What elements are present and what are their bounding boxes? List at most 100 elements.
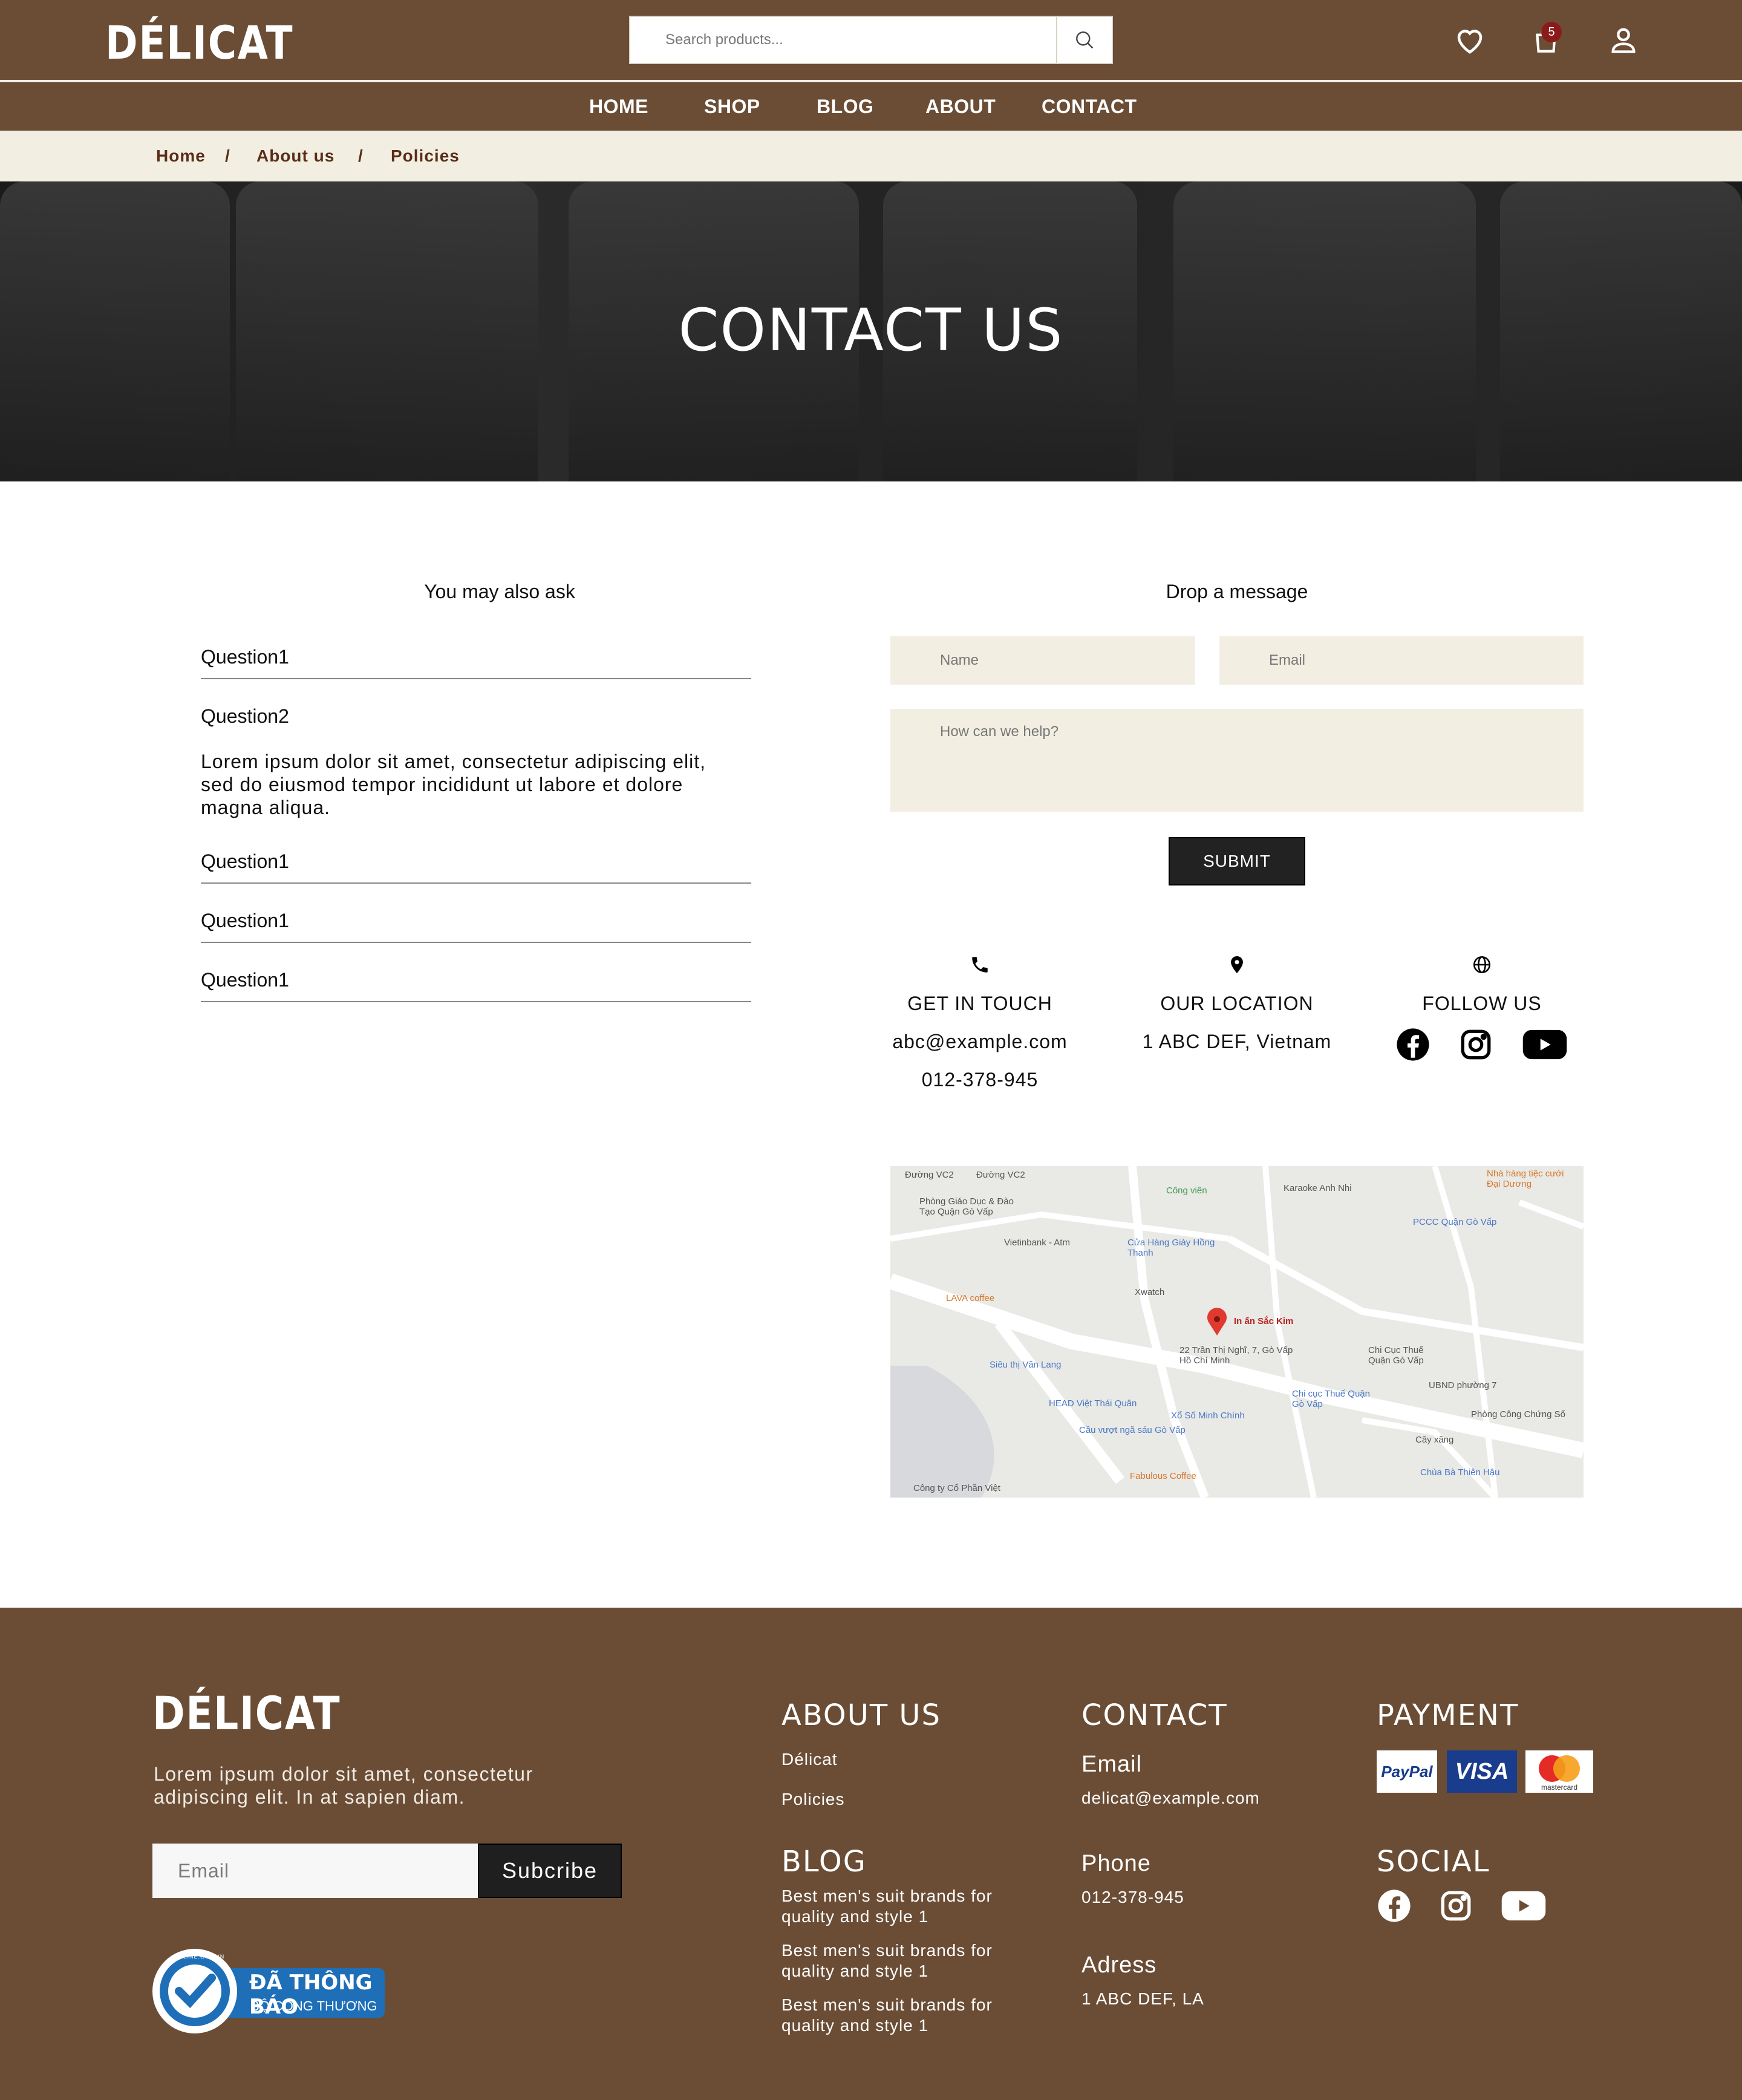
map-label: Cây xăng	[1415, 1435, 1454, 1445]
paypal-icon: PayPal	[1377, 1750, 1437, 1793]
heart-icon	[1457, 30, 1483, 54]
youtube-icon[interactable]	[1521, 1027, 1568, 1062]
breadcrumb-home[interactable]: Home	[156, 146, 206, 166]
search-button[interactable]	[1056, 17, 1112, 63]
main-nav: HOME SHOP BLOG ABOUT CONTACT	[0, 82, 1742, 131]
contact-email[interactable]: abc@example.com	[883, 1031, 1077, 1053]
nav-blog[interactable]: BLOG	[817, 82, 873, 131]
email-field[interactable]	[1219, 636, 1584, 685]
faq-question[interactable]: Question1	[201, 850, 751, 884]
map-label: PCCC Quận Gò Vấp	[1413, 1217, 1497, 1227]
map-label: Đường VC2	[905, 1170, 954, 1180]
footer-address-value: 1 ABC DEF, LA	[1081, 1989, 1204, 2008]
breadcrumb-policies[interactable]: Policies	[391, 146, 460, 166]
subscribe-button[interactable]: Subcribe	[478, 1844, 622, 1898]
map-label: Siêu thị Văn Lang	[990, 1360, 1062, 1370]
get-in-touch-column: GET IN TOUCH abc@example.com 012-378-945	[883, 954, 1077, 1091]
map-label: Chi Cục Thuế Quận Gò Vấp	[1368, 1345, 1424, 1366]
nav-contact[interactable]: CONTACT	[1042, 82, 1137, 131]
footer-about-title: ABOUT US	[781, 1698, 942, 1732]
registered-badge[interactable]: ĐÃ THÔNG BÁO BỘ CÔNG THƯƠNG ONLINE.GOV.V…	[152, 1949, 388, 2033]
hero-banner: CONTACT US	[0, 181, 1742, 481]
footer-logo[interactable]: DÉLICAT	[152, 1686, 341, 1740]
footer-blog-link[interactable]: Best men's suit brands for quality and s…	[781, 1995, 1011, 2036]
youtube-icon[interactable]	[1500, 1888, 1547, 1923]
map-label: Phòng Giáo Dục & Đào Tạo Quận Gò Vấp	[919, 1196, 1014, 1217]
map-label: Công viên	[1166, 1185, 1207, 1196]
footer-blog-link[interactable]: Best men's suit brands for quality and s…	[781, 1940, 1011, 1981]
location-address: 1 ABC DEF, Vietnam	[1142, 1031, 1332, 1052]
submit-button[interactable]: SUBMIT	[1169, 837, 1305, 885]
faq-answer: Lorem ipsum dolor sit amet, consectetur …	[201, 751, 706, 818]
map-label: Chùa Bà Thiên Hậu	[1420, 1467, 1500, 1478]
map-label: Cầu vượt ngã sáu Gò Vấp	[1079, 1425, 1186, 1435]
map-label: Xwatch	[1135, 1287, 1165, 1297]
get-in-touch-title: GET IN TOUCH	[907, 993, 1052, 1014]
instagram-icon[interactable]	[1438, 1888, 1473, 1923]
contact-phone[interactable]: 012-378-945	[883, 1069, 1077, 1091]
site-logo[interactable]: DÉLICAT	[105, 16, 293, 70]
map-label: Vietinbank - Atm	[1004, 1238, 1070, 1248]
instagram-icon[interactable]	[1458, 1027, 1493, 1062]
footer-link-delicat[interactable]: Délicat	[781, 1749, 838, 1770]
badge-seal-text: ONLINE.GOV.VN	[174, 1954, 225, 1960]
map-label: Xổ Số Minh Chính	[1171, 1410, 1245, 1421]
faq-question[interactable]: Question1	[201, 969, 751, 1002]
message-field[interactable]	[890, 709, 1584, 812]
footer-email-value[interactable]: delicat@example.com	[1081, 1788, 1260, 1808]
follow-us-column: FOLLOW US	[1391, 954, 1573, 1062]
faq-question-open[interactable]: Question2	[201, 705, 751, 728]
footer-description: Lorem ipsum dolor sit amet, consectetur …	[154, 1763, 533, 1808]
location-map[interactable]: Đường VC2 Đường VC2 Phòng Giáo Dục & Đào…	[890, 1166, 1584, 1498]
footer-phone-value[interactable]: 012-378-945	[1081, 1887, 1184, 1908]
footer-payment-title: PAYMENT	[1377, 1698, 1519, 1732]
facebook-icon[interactable]	[1377, 1888, 1412, 1923]
map-label: Chi cục Thuế Quận Gò Vấp	[1292, 1389, 1370, 1409]
visa-label: VISA	[1455, 1758, 1509, 1784]
footer-contact-title: CONTACT	[1081, 1698, 1228, 1732]
name-field[interactable]	[890, 636, 1195, 685]
nav-shop[interactable]: SHOP	[704, 82, 760, 131]
map-label: Công ty Cổ Phần Việt	[913, 1483, 1000, 1493]
wishlist-button[interactable]	[1452, 22, 1488, 58]
nav-home[interactable]: HOME	[589, 82, 648, 131]
user-icon	[1611, 28, 1636, 53]
top-header: DÉLICAT 5	[0, 0, 1742, 80]
faq-question[interactable]: Question1	[201, 646, 751, 679]
map-label: 22 Trần Thị Nghĩ, 7, Gò Vấp Hồ Chí Minh	[1179, 1345, 1293, 1366]
map-label: Phòng Công Chứng Số	[1471, 1409, 1565, 1420]
footer-blog-title: BLOG	[781, 1845, 867, 1879]
footer-social-icons	[1377, 1888, 1547, 1923]
search-icon	[1076, 31, 1094, 49]
newsletter-email-input[interactable]	[152, 1844, 478, 1898]
map-label: LAVA coffee	[946, 1293, 995, 1303]
map-label: Fabulous Coffee	[1130, 1471, 1196, 1481]
mastercard-icon: mastercard	[1525, 1750, 1593, 1793]
nav-about[interactable]: ABOUT	[925, 82, 996, 131]
footer-email-label: Email	[1081, 1752, 1143, 1777]
map-label: Karaoke Anh Nhi	[1284, 1183, 1352, 1193]
breadcrumb-about[interactable]: About us	[256, 146, 334, 166]
our-location-column: OUR LOCATION 1 ABC DEF, Vietnam	[1119, 954, 1355, 1053]
account-button[interactable]	[1605, 22, 1642, 58]
footer-address-label: Adress	[1081, 1952, 1157, 1978]
search-input[interactable]	[630, 17, 1056, 63]
globe-icon	[1473, 956, 1491, 974]
map-label: HEAD Việt Thái Quân	[1049, 1398, 1137, 1409]
map-label: In ấn Sắc Kim	[1234, 1316, 1294, 1326]
map-label: UBND phường 7	[1429, 1380, 1497, 1391]
map-label: Cửa Hàng Giày Hồng Thanh	[1127, 1238, 1215, 1258]
visa-icon: VISA	[1447, 1750, 1517, 1793]
badge-line2: BỘ CÔNG THƯƠNG	[250, 1998, 377, 2014]
faq-heading: You may also ask	[424, 581, 575, 602]
breadcrumb: Home / About us / Policies	[0, 131, 1742, 181]
facebook-icon[interactable]	[1395, 1027, 1430, 1062]
breadcrumb-separator: /	[225, 146, 230, 165]
location-pin-icon	[1231, 956, 1243, 974]
footer-blog-link[interactable]: Best men's suit brands for quality and s…	[781, 1886, 1011, 1927]
faq-question[interactable]: Question1	[201, 910, 751, 943]
search-bar	[629, 16, 1113, 64]
footer-link-policies[interactable]: Policies	[781, 1789, 844, 1810]
footer-social-title: SOCIAL	[1377, 1845, 1490, 1879]
form-heading: Drop a message	[1166, 581, 1308, 602]
